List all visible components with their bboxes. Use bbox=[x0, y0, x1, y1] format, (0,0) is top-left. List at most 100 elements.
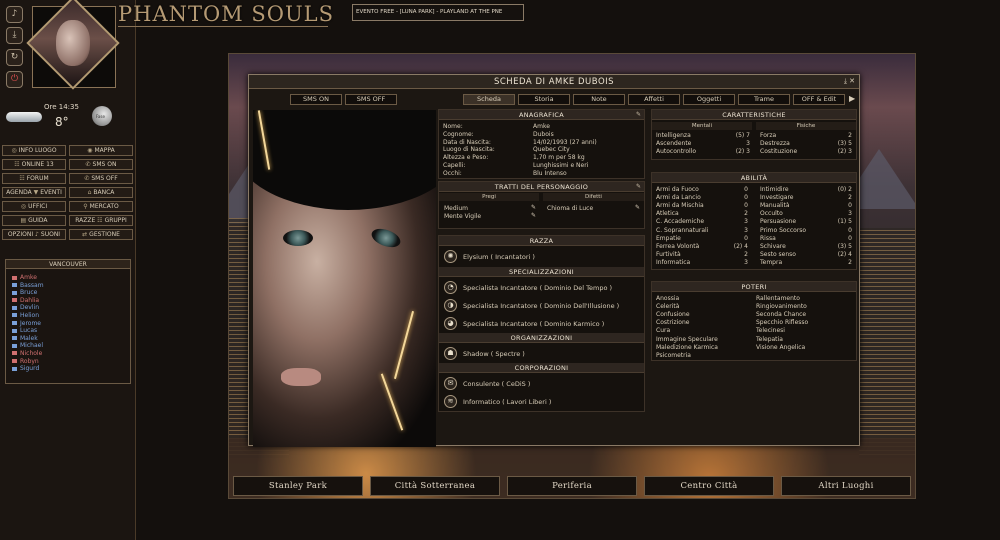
edit-icon[interactable]: ✎ bbox=[531, 204, 536, 211]
guida-button[interactable]: ▤ GUIDA bbox=[2, 215, 66, 226]
razze-gruppi-button[interactable]: RAZZE ☷ GRUPPI bbox=[69, 215, 133, 226]
user-list-item[interactable]: Robyn bbox=[12, 358, 130, 366]
tab-off-edit[interactable]: OFF & Edit bbox=[793, 94, 845, 105]
user-status-icon bbox=[12, 283, 17, 288]
user-name[interactable]: Bruce bbox=[20, 289, 37, 296]
user-list-item[interactable]: Malek bbox=[12, 335, 130, 343]
pregio-item: Medium bbox=[444, 205, 468, 212]
power-item[interactable]: Anossia bbox=[656, 295, 679, 302]
user-name[interactable]: Helion bbox=[20, 312, 39, 319]
power-item[interactable]: Cura bbox=[656, 327, 670, 334]
user-list-item[interactable]: Lucas bbox=[12, 327, 130, 335]
power-item[interactable]: Immagine Speculare bbox=[656, 336, 718, 343]
power-item[interactable]: Ringiovanimento bbox=[756, 303, 807, 310]
skill-name: Armi da Mischia bbox=[656, 202, 704, 210]
agenda-eventi-button[interactable]: AGENDA ▼ EVENTI bbox=[2, 187, 66, 198]
tab-note[interactable]: Note bbox=[573, 94, 625, 105]
illusion-domain-icon: ◑ bbox=[444, 299, 457, 312]
opzioni-suoni-button[interactable]: OPZIONI ♪ SUONI bbox=[2, 229, 66, 240]
user-name[interactable]: Jerome bbox=[20, 320, 41, 327]
power-item[interactable]: Visione Angelica bbox=[756, 344, 805, 351]
power-item[interactable]: Confusione bbox=[656, 311, 690, 318]
moon-label: Fase bbox=[96, 114, 105, 119]
tab-affetti[interactable]: Affetti bbox=[628, 94, 680, 105]
power-item[interactable]: Seconda Chance bbox=[756, 311, 806, 318]
user-status-icon bbox=[12, 351, 17, 356]
clock: Ore 14:35 bbox=[44, 103, 79, 111]
tab-trame[interactable]: Trame bbox=[738, 94, 790, 105]
skill-name: Persuasione bbox=[760, 218, 797, 226]
uffici-button[interactable]: ◎ UFFICI bbox=[2, 201, 66, 212]
user-name[interactable]: Dahlia bbox=[20, 297, 39, 304]
user-name[interactable]: Nichole bbox=[20, 350, 42, 357]
user-name[interactable]: Devlin bbox=[20, 304, 39, 311]
user-list-item[interactable]: Michael bbox=[12, 342, 130, 350]
periferia-button[interactable]: Periferia bbox=[507, 476, 637, 496]
mercato-button[interactable]: ⚲ MERCATO bbox=[69, 201, 133, 212]
time-domain-icon: ◔ bbox=[444, 281, 457, 294]
tab-scheda[interactable]: Scheda bbox=[463, 94, 515, 105]
forum-button[interactable]: ☷ FORUM bbox=[2, 173, 66, 184]
edit-icon[interactable]: ✎ bbox=[635, 204, 640, 211]
user-name[interactable]: Michael bbox=[20, 342, 43, 349]
power-icon[interactable]: ⏻ bbox=[6, 71, 23, 88]
event-ticker[interactable]: EVENTO FREE - [LUNA PARK] - PLAYLAND AT … bbox=[352, 4, 524, 21]
banca-button[interactable]: ⌂ BANCA bbox=[69, 187, 133, 198]
user-list-item[interactable]: Amke bbox=[12, 274, 130, 282]
tratti-title: TRATTI DEL PERSONAGGIO bbox=[439, 182, 644, 192]
user-name[interactable]: Malek bbox=[20, 335, 38, 342]
stanley-park-button[interactable]: Stanley Park bbox=[233, 476, 363, 496]
online-button[interactable]: ☷ ONLINE 13 bbox=[2, 159, 66, 170]
power-item[interactable]: Rallentamento bbox=[756, 295, 800, 302]
shadow-org-icon: ☗ bbox=[444, 347, 457, 360]
user-name[interactable]: Lucas bbox=[20, 327, 37, 334]
user-name[interactable]: Bassam bbox=[20, 282, 44, 289]
race-item: Elysium ( Incantatori ) bbox=[463, 253, 535, 261]
centro-citta-button[interactable]: Centro Città bbox=[644, 476, 774, 496]
edit-icon[interactable]: ✎ bbox=[531, 212, 536, 219]
sms-on-button[interactable]: ✆ SMS ON bbox=[69, 159, 133, 170]
info-luogo-button[interactable]: ◎ INFO LUOGO bbox=[2, 145, 66, 156]
user-list-item[interactable]: Nichole bbox=[12, 350, 130, 358]
edit-icon[interactable]: ✎ bbox=[636, 183, 641, 190]
power-item[interactable]: Maledizione Karmica bbox=[656, 344, 718, 351]
user-list-item[interactable]: Devlin bbox=[12, 304, 130, 312]
skill-name: C. Soprannaturali bbox=[656, 226, 709, 234]
user-list-item[interactable]: Dahlia bbox=[12, 297, 130, 305]
modal-controls[interactable]: ⤓ ✕ bbox=[844, 77, 855, 86]
user-list-item[interactable]: Helion bbox=[12, 312, 130, 320]
edit-icon[interactable]: ✎ bbox=[636, 111, 641, 118]
mappa-button[interactable]: ◉ MAPPA bbox=[69, 145, 133, 156]
tab-storia[interactable]: Storia bbox=[518, 94, 570, 105]
tab-oggetti[interactable]: Oggetti bbox=[683, 94, 735, 105]
user-list-item[interactable]: Bruce bbox=[12, 289, 130, 297]
user-list-item[interactable]: Jerome bbox=[12, 320, 130, 328]
skill-value: (2) 4 bbox=[733, 242, 748, 250]
power-item[interactable]: Celerità bbox=[656, 303, 679, 310]
user-name[interactable]: Sigurd bbox=[20, 365, 39, 372]
power-item[interactable]: Psicometria bbox=[656, 352, 691, 359]
download-icon[interactable]: ⤓ bbox=[6, 27, 23, 44]
skill-name: Tempra bbox=[760, 258, 783, 266]
user-status-icon bbox=[12, 366, 17, 371]
stat-name: Autocontrollo bbox=[656, 148, 697, 155]
user-name[interactable]: Robyn bbox=[20, 358, 39, 365]
user-list-item[interactable]: Bassam bbox=[12, 282, 130, 290]
power-item[interactable]: Costrizione bbox=[656, 319, 689, 326]
power-item[interactable]: Specchio Riflesso bbox=[756, 319, 808, 326]
power-item[interactable]: Telecinesi bbox=[756, 327, 785, 334]
user-list-item[interactable]: Sigurd bbox=[12, 365, 130, 373]
sms-on-toggle[interactable]: SMS ON bbox=[290, 94, 342, 105]
user-name[interactable]: Amke bbox=[20, 274, 37, 281]
refresh-icon[interactable]: ↻ bbox=[6, 49, 23, 66]
location-user-list: VANCOUVER Amke Bassam Bruce Dahlia Devlin Hel… bbox=[5, 259, 131, 384]
altri-luoghi-button[interactable]: Altri Luoghi bbox=[781, 476, 911, 496]
skill-value: 0 bbox=[744, 202, 748, 210]
gestione-button[interactable]: ⇄ GESTIONE bbox=[69, 229, 133, 240]
citta-sotterranea-button[interactable]: Città Sotterranea bbox=[370, 476, 500, 496]
power-item[interactable]: Telepatia bbox=[756, 336, 783, 343]
sms-off-button[interactable]: ✆ SMS OFF bbox=[69, 173, 133, 184]
sms-off-toggle[interactable]: SMS OFF bbox=[345, 94, 397, 105]
tabs-next-icon[interactable]: ▶ bbox=[849, 94, 855, 103]
bell-icon[interactable]: ♪ bbox=[6, 6, 23, 23]
